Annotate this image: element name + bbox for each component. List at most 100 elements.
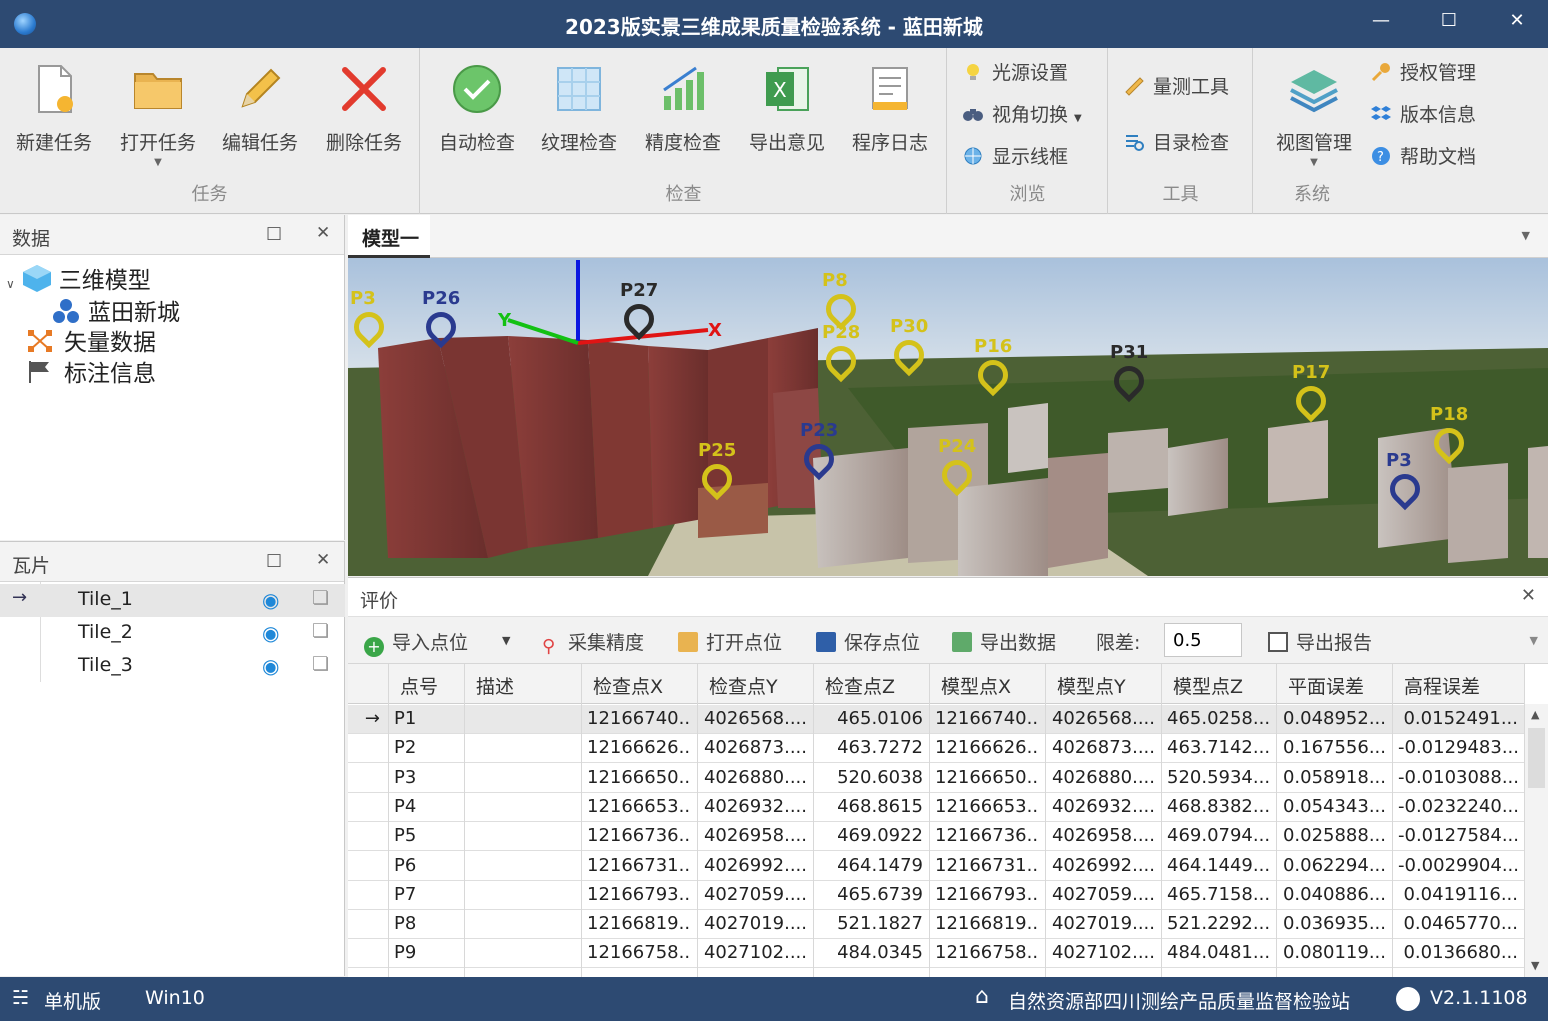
table-cell[interactable]: -0.0103088... (1398, 767, 1518, 788)
table-cell[interactable]: 12166740... (587, 708, 691, 729)
table-cell[interactable]: 12166819... (587, 913, 691, 934)
table-cell[interactable]: 463.7142... (1167, 737, 1270, 758)
table-cell[interactable]: 0.040886... (1282, 884, 1386, 905)
table-cell[interactable]: -0.0029904... (1398, 855, 1518, 876)
table-cell[interactable]: 4026568.... (1051, 708, 1155, 729)
table-cell[interactable]: 464.1449... (1167, 855, 1270, 876)
table-cell[interactable]: 4026992.... (1051, 855, 1155, 876)
table-cell[interactable]: -0.0232240... (1398, 796, 1518, 817)
save-points-button[interactable]: 保存点位 (816, 628, 920, 655)
table-cell[interactable]: 12166653... (587, 796, 691, 817)
scroll-thumb[interactable] (1528, 728, 1545, 788)
tolerance-input[interactable] (1164, 623, 1242, 657)
table-cell[interactable]: 4027102.... (1051, 942, 1155, 963)
table-cell[interactable]: 465.7158... (1167, 884, 1270, 905)
table-cell[interactable]: 12166740... (935, 708, 1039, 729)
table-cell[interactable]: 465.6739 (819, 884, 923, 905)
close-panel-button[interactable]: ✕ (316, 550, 330, 570)
table-cell[interactable]: 0.062294... (1282, 855, 1386, 876)
column-header[interactable]: 模型点Y (1057, 672, 1126, 699)
table-cell[interactable]: 12166626... (935, 737, 1039, 758)
table-cell[interactable]: P3 (394, 767, 458, 788)
table-cell[interactable]: 465.0106 (819, 708, 923, 729)
table-cell[interactable]: 12166731... (935, 855, 1039, 876)
table-cell[interactable]: 0.167556... (1282, 737, 1386, 758)
column-header[interactable]: 检查点Y (709, 672, 778, 699)
delete-task-button[interactable]: 删除任务 (316, 56, 412, 174)
table-row[interactable]: P7 12166793... 4027059.... 465.6739 12166793… (348, 881, 1524, 910)
eye-icon[interactable]: ◉ (262, 654, 279, 678)
open-task-button[interactable]: 打开任务 ▼ (110, 56, 206, 174)
table-cell[interactable]: 12166758... (935, 942, 1039, 963)
eye-icon[interactable]: ◉ (262, 621, 279, 645)
show-wireframe-button[interactable]: 显示线框 (962, 142, 1068, 172)
table-cell[interactable]: P8 (394, 913, 458, 934)
table-cell[interactable]: 521.1827 (819, 913, 923, 934)
table-cell[interactable]: -0.0129483... (1398, 737, 1518, 758)
table-cell[interactable]: 4026568.... (703, 708, 807, 729)
table-cell[interactable]: P9 (394, 942, 458, 963)
column-header[interactable]: 检查点Z (825, 672, 895, 699)
toolbar-overflow-icon[interactable]: ▼ (1530, 634, 1538, 647)
table-cell[interactable]: 0.080119... (1282, 942, 1386, 963)
wireframe-box-icon[interactable]: ❏ (312, 653, 329, 675)
table-row[interactable]: P5 12166736... 4026958.... 469.0922 12166736… (348, 822, 1524, 852)
table-cell[interactable]: P6 (394, 855, 458, 876)
table-cell[interactable]: 0.0419116... (1398, 884, 1518, 905)
table-cell[interactable]: 12166650... (587, 767, 691, 788)
table-cell[interactable]: 4027019.... (1051, 913, 1155, 934)
help-doc-button[interactable]: ? 帮助文档 (1370, 142, 1476, 172)
export-report-button[interactable]: 导出报告 (1268, 628, 1372, 655)
tree-item-annotation[interactable]: 标注信息 (26, 354, 156, 388)
table-cell[interactable]: 0.025888... (1282, 825, 1386, 846)
tree-item-vector[interactable]: 矢量数据 (26, 323, 156, 357)
table-cell[interactable]: 4026873.... (703, 737, 807, 758)
tile-row[interactable]: → Tile_1 ◉ ❏ (0, 584, 345, 617)
table-cell[interactable]: 4026880.... (703, 767, 807, 788)
table-cell[interactable]: P4 (394, 796, 458, 817)
view-switch-button[interactable]: 视角切换 ▼ (962, 100, 1082, 130)
table-cell[interactable]: 0.048952... (1282, 708, 1386, 729)
table-cell[interactable]: P5 (394, 825, 458, 846)
table-cell[interactable]: 4026958.... (1051, 825, 1155, 846)
scroll-up-icon[interactable]: ▲ (1531, 708, 1539, 721)
texture-check-button[interactable]: 纹理检查 (531, 56, 627, 174)
table-row[interactable]: → P1 12166740... 4026568.... 465.0106 1216674… (348, 705, 1524, 734)
tile-row[interactable]: Tile_2 ◉ ❏ (0, 617, 345, 650)
table-cell[interactable]: 468.8382... (1167, 796, 1270, 817)
table-cell[interactable]: 0.0136680... (1398, 942, 1518, 963)
table-cell[interactable]: 12166758... (587, 942, 691, 963)
catalog-check-button[interactable]: 目录检查 (1123, 128, 1229, 158)
vertical-scrollbar[interactable]: ▲ ▼ (1524, 704, 1548, 978)
table-cell[interactable]: 12166653... (935, 796, 1039, 817)
tree-item-lantian[interactable]: 蓝田新城 (52, 293, 180, 327)
table-row[interactable]: P8 12166819... 4027019.... 521.1827 12166819… (348, 910, 1524, 940)
table-row[interactable]: P9 12166758... 4027102.... 484.0345 12166758… (348, 939, 1524, 969)
version-info-button[interactable]: 版本信息 (1370, 100, 1476, 130)
table-cell[interactable]: 12166736... (935, 825, 1039, 846)
export-opinion-button[interactable]: X 导出意见 (739, 56, 835, 174)
precision-check-button[interactable]: 精度检查 (635, 56, 731, 174)
table-cell[interactable]: 4026932.... (703, 796, 807, 817)
table-cell[interactable]: 12166736... (587, 825, 691, 846)
table-cell[interactable]: 0.036935... (1282, 913, 1386, 934)
table-cell[interactable]: 469.0922 (819, 825, 923, 846)
column-header[interactable]: 模型点Z (1173, 672, 1243, 699)
table-cell[interactable]: 12166793... (587, 884, 691, 905)
table-cell[interactable]: -0.0127584... (1398, 825, 1518, 846)
table-cell[interactable]: 4026880.... (1051, 767, 1155, 788)
eye-icon[interactable]: ◉ (262, 588, 279, 612)
tree-item-3d-model[interactable]: ∨ 三维模型 (6, 261, 151, 295)
table-row[interactable]: P2 12166626... 4026873.... 463.7272 12166626… (348, 734, 1524, 764)
table-cell[interactable]: 0.0465770... (1398, 913, 1518, 934)
3d-viewport[interactable]: X Y P3 P26 P27 P8 P28 P30 P16 P31 P17 P18 P25 P23 P2… (348, 258, 1548, 576)
table-cell[interactable]: 12166819... (935, 913, 1039, 934)
export-data-button[interactable]: 导出数据 (952, 628, 1056, 655)
table-cell[interactable]: 484.0481... (1167, 942, 1270, 963)
import-points-button[interactable]: + 导入点位 (364, 628, 468, 657)
table-row[interactable]: P3 12166650... 4026880.... 520.6038 12166650… (348, 764, 1524, 793)
table-cell[interactable]: 12166626... (587, 737, 691, 758)
collect-precision-button[interactable]: ⚲ 采集精度 (542, 628, 644, 657)
table-cell[interactable]: 520.5934... (1167, 767, 1270, 788)
new-task-button[interactable]: 新建任务 (6, 56, 102, 174)
